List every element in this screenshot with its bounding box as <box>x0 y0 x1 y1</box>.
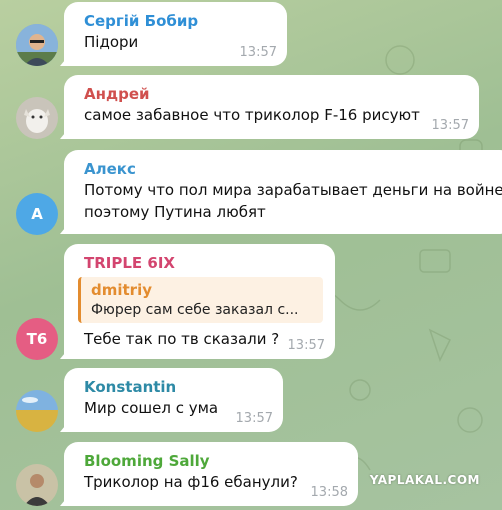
message-bubble[interactable]: Андрей самое забавное что триколор F-16 … <box>64 75 479 139</box>
message-time: 13:57 <box>239 45 277 60</box>
reply-text: Фюрер сам себе заказал с... <box>91 302 299 318</box>
watermark: YAPLAKAL.COM <box>369 473 480 487</box>
avatar[interactable]: T6 <box>16 318 58 360</box>
message-bubble[interactable]: Алекс Потому что пол мира зарабатывает д… <box>64 150 502 234</box>
avatar-photo-icon <box>16 390 58 432</box>
reply-sender: dmitriy <box>91 281 152 299</box>
avatar[interactable] <box>16 464 58 506</box>
avatar-photo-icon <box>16 464 58 506</box>
avatar-photo-icon <box>16 97 58 139</box>
message-bubble[interactable]: Сергій Бобир Підори 13:57 <box>64 2 287 66</box>
message-text-line: Потому что пол мира зарабатывает деньги … <box>84 181 502 199</box>
avatar[interactable] <box>16 390 58 432</box>
avatar-photo-icon <box>16 24 58 66</box>
sender-name[interactable]: Konstantin <box>84 377 271 397</box>
reply-quote[interactable]: dmitriy Фюрер сам себе заказал с... <box>78 277 323 323</box>
avatar[interactable] <box>16 97 58 139</box>
sender-name[interactable]: TRIPLE 6IX <box>84 253 323 273</box>
avatar[interactable] <box>16 24 58 66</box>
sender-name[interactable]: Blooming Sally <box>84 451 346 471</box>
message-text-line: поэтому Путина любят <box>84 203 266 221</box>
message-time: 13:57 <box>287 338 325 353</box>
message-text: самое забавное что триколор F-16 рисуют <box>84 106 420 124</box>
message-time: 13:58 <box>310 485 348 500</box>
message-bubble[interactable]: TRIPLE 6IX dmitriy Фюрер сам себе заказа… <box>64 244 335 359</box>
sender-name[interactable]: Алекс <box>84 159 502 179</box>
sender-name[interactable]: Сергій Бобир <box>84 11 275 31</box>
sender-name[interactable]: Андрей <box>84 84 467 104</box>
message-bubble[interactable]: Konstantin Мир сошел с ума 13:57 <box>64 368 283 432</box>
avatar[interactable]: А <box>16 193 58 235</box>
message-time: 13:57 <box>431 118 469 133</box>
message-time: 13:57 <box>235 411 273 426</box>
message-bubble[interactable]: Blooming Sally Триколор на ф16 ебанули? … <box>64 442 358 506</box>
message-text: Триколор на ф16 ебанули? <box>84 473 298 491</box>
